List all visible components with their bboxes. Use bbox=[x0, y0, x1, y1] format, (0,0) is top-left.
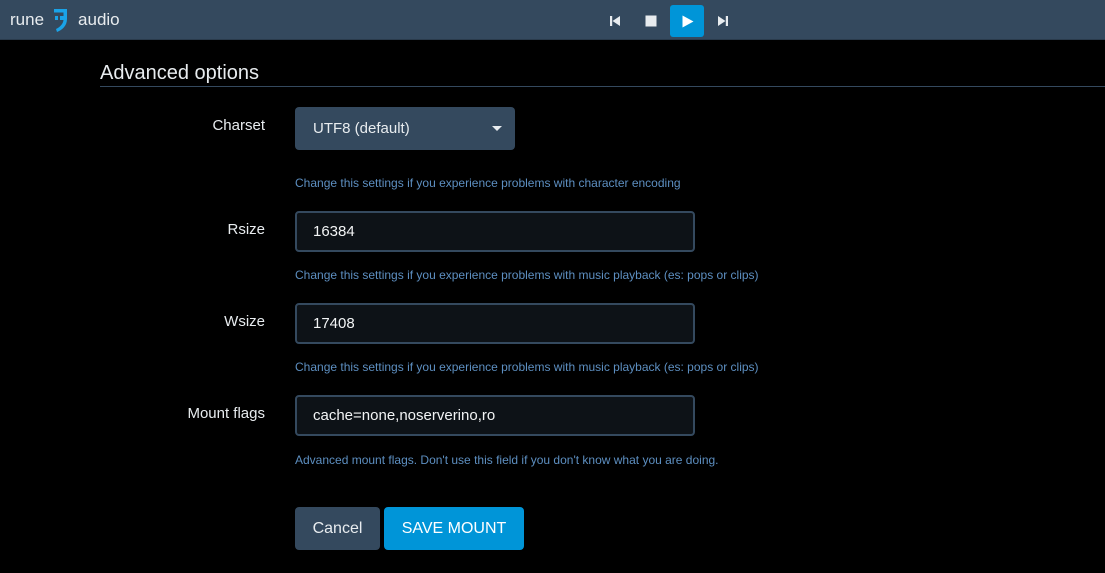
skip-previous-icon bbox=[610, 16, 620, 26]
mount-flags-label: Mount flags bbox=[187, 405, 265, 422]
wsize-input[interactable] bbox=[295, 303, 695, 344]
charset-help-text: Change this settings if you experience p… bbox=[295, 176, 681, 190]
wsize-label: Wsize bbox=[224, 313, 265, 330]
brand-text-audio: audio bbox=[78, 10, 120, 29]
top-navbar: rune audio bbox=[0, 0, 1105, 40]
section-divider bbox=[100, 86, 1105, 87]
next-button[interactable] bbox=[706, 5, 740, 37]
mount-flags-help-text: Advanced mount flags. Don't use this fie… bbox=[295, 453, 719, 467]
stop-button[interactable] bbox=[634, 5, 668, 37]
wsize-help-text: Change this settings if you experience p… bbox=[295, 360, 759, 374]
caret-down-icon bbox=[492, 126, 502, 131]
playback-controls bbox=[598, 5, 742, 37]
stop-icon bbox=[645, 15, 657, 27]
play-icon bbox=[682, 15, 693, 27]
rsize-help-text: Change this settings if you experience p… bbox=[295, 268, 759, 282]
charset-select[interactable]: UTF8 (default) bbox=[295, 107, 515, 150]
brand-text-rune: rune bbox=[10, 10, 45, 29]
rsize-input[interactable] bbox=[295, 211, 695, 252]
section-title: Advanced options bbox=[100, 62, 260, 84]
brand-logo[interactable]: rune audio bbox=[10, 7, 120, 33]
charset-label: Charset bbox=[212, 117, 265, 134]
charset-selected-value: UTF8 (default) bbox=[313, 120, 410, 137]
cancel-button[interactable]: Cancel bbox=[295, 507, 380, 550]
save-mount-button[interactable]: SAVE MOUNT bbox=[384, 507, 524, 550]
mount-flags-input[interactable] bbox=[295, 395, 695, 436]
rune-logo-icon bbox=[54, 9, 68, 32]
skip-next-icon bbox=[718, 16, 728, 26]
play-button[interactable] bbox=[670, 5, 704, 37]
previous-button[interactable] bbox=[598, 5, 632, 37]
rsize-label: Rsize bbox=[227, 221, 265, 238]
